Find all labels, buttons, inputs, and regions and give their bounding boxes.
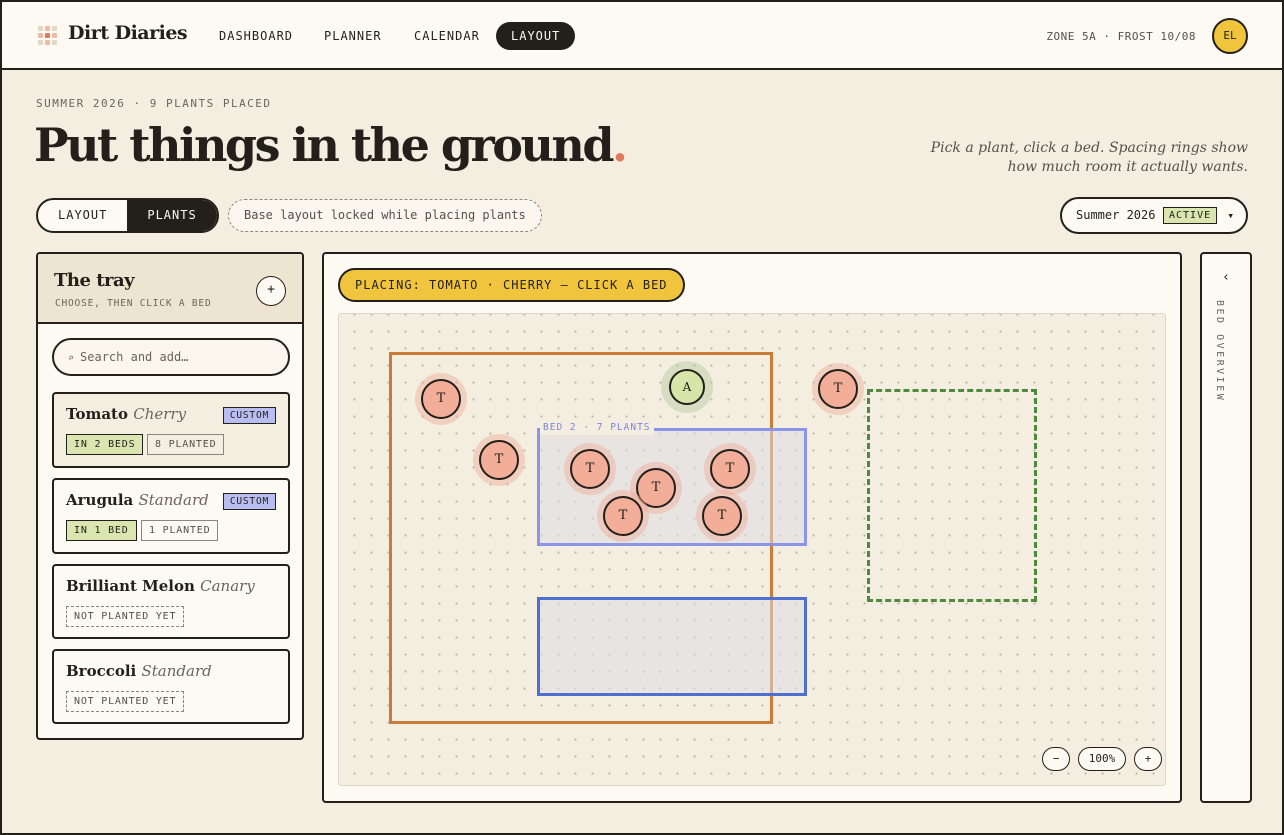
zone-frost-info: ZONE 5A · FROST 10/08 (1046, 30, 1196, 43)
tray-item-arugula[interactable]: Arugula Standard CUSTOM IN 1 BED 1 PLANT… (52, 478, 290, 554)
search-placeholder: Search and add… (80, 350, 189, 364)
lock-notice: Base layout locked while placing plants (228, 199, 542, 232)
tray-subtitle: CHOOSE, THEN CLICK A BED (55, 298, 212, 309)
custom-badge: CUSTOM (222, 493, 276, 510)
zoom-out-button[interactable]: − (1042, 747, 1070, 771)
title-accent-dot: . (612, 118, 628, 172)
plant-tomato[interactable]: T (415, 373, 467, 425)
zoom-in-button[interactable]: + (1134, 747, 1162, 771)
custom-badge: CUSTOM (222, 407, 276, 424)
plant-name: Tomato Cherry (66, 405, 187, 423)
plant-tomato[interactable]: T (564, 443, 616, 495)
beds-chip: IN 2 BEDS (66, 434, 144, 455)
plant-marker: T (702, 496, 742, 536)
mode-layout-button[interactable]: LAYOUT (38, 200, 127, 231)
tray-item-brilliant-melon[interactable]: Brilliant Melon Canary NOT PLANTED YET (52, 564, 290, 639)
mode-toggle: LAYOUT PLANTS (36, 198, 219, 233)
tray-title: The tray (54, 270, 135, 291)
nav-layout[interactable]: LAYOUT (496, 22, 576, 50)
plant-marker: T (421, 379, 461, 419)
app-name[interactable]: Dirt Diaries (68, 22, 188, 44)
season-selector[interactable]: Summer 2026 ACTIVE ▾ (1060, 197, 1248, 234)
chevron-down-icon: ▾ (1227, 209, 1234, 222)
avatar[interactable]: EL (1212, 18, 1248, 54)
chevron-left-icon[interactable]: ‹ (1202, 270, 1250, 285)
plant-arugula[interactable]: A (661, 361, 713, 413)
bed-blue[interactable] (537, 597, 807, 696)
plant-marker: T (710, 449, 750, 489)
page-title-text: Put things in the ground (34, 118, 615, 172)
bed-overview-panel[interactable]: ‹ BED OVERVIEW (1200, 252, 1252, 803)
tray-header: The tray CHOOSE, THEN CLICK A BED + (38, 254, 302, 324)
app-window: Dirt Diaries DASHBOARD PLANNER CALENDAR … (0, 0, 1284, 835)
tagline-line-2: how much room it actually wants. (1007, 159, 1248, 175)
tray-item-tomato[interactable]: Tomato Cherry CUSTOM IN 2 BEDS 8 PLANTED (52, 392, 290, 468)
bed-2-label: BED 2 · 7 PLANTS (540, 421, 654, 435)
plant-tomato[interactable]: T (597, 490, 649, 542)
season-label: Summer 2026 (1076, 208, 1156, 222)
zoom-controls: − 100% + (1042, 747, 1162, 771)
page-title: Put things in the ground. (34, 118, 628, 172)
nav-calendar[interactable]: CALENDAR (399, 22, 495, 50)
plant-marker: T (818, 369, 858, 409)
add-plant-button[interactable]: + (256, 276, 286, 306)
bed-draft-dashed[interactable] (867, 389, 1037, 602)
plant-name: Arugula Standard (66, 491, 209, 509)
plant-tomato[interactable]: T (473, 434, 525, 486)
status-chip: NOT PLANTED YET (66, 691, 185, 712)
plant-marker: T (570, 449, 610, 489)
planted-chip: 8 PLANTED (147, 434, 225, 455)
tagline-line-1: Pick a plant, click a bed. Spacing rings… (930, 140, 1248, 156)
garden-grid[interactable]: BED 2 · 7 PLANTS T T T T T T T T A (338, 313, 1166, 786)
nav-planner[interactable]: PLANNER (309, 22, 397, 50)
bed-overview-label: BED OVERVIEW (1214, 300, 1225, 403)
plant-marker: T (603, 496, 643, 536)
page-tagline: Pick a plant, click a bed. Spacing rings… (918, 139, 1248, 177)
season-summary: SUMMER 2026 · 9 PLANTS PLACED (36, 97, 272, 110)
search-input[interactable]: ⌕ Search and add… (52, 338, 290, 376)
plant-marker: A (669, 369, 705, 405)
placing-banner: PLACING: TOMATO · CHERRY — CLICK A BED (338, 268, 685, 302)
plant-tomato[interactable]: T (704, 443, 756, 495)
plant-tomato[interactable]: T (812, 363, 864, 415)
planted-chip: 1 PLANTED (141, 520, 219, 541)
layout-canvas-panel: PLACING: TOMATO · CHERRY — CLICK A BED B… (322, 252, 1182, 803)
plant-tomato[interactable]: T (696, 490, 748, 542)
tray-item-broccoli[interactable]: Broccoli Standard NOT PLANTED YET (52, 649, 290, 724)
search-icon: ⌕ (68, 353, 75, 364)
nav-dashboard[interactable]: DASHBOARD (204, 22, 308, 50)
zoom-level: 100% (1078, 747, 1126, 771)
plant-name: Broccoli Standard (66, 662, 212, 680)
status-chip: NOT PLANTED YET (66, 606, 185, 627)
plant-marker: T (479, 440, 519, 480)
mode-plants-button[interactable]: PLANTS (127, 200, 217, 231)
plant-tray: The tray CHOOSE, THEN CLICK A BED + ⌕ Sea… (36, 252, 304, 740)
season-active-badge: ACTIVE (1163, 207, 1218, 224)
beds-chip: IN 1 BED (66, 520, 137, 541)
top-bar: Dirt Diaries DASHBOARD PLANNER CALENDAR … (2, 2, 1282, 70)
logo-icon (38, 26, 58, 46)
plant-name: Brilliant Melon Canary (66, 577, 255, 595)
